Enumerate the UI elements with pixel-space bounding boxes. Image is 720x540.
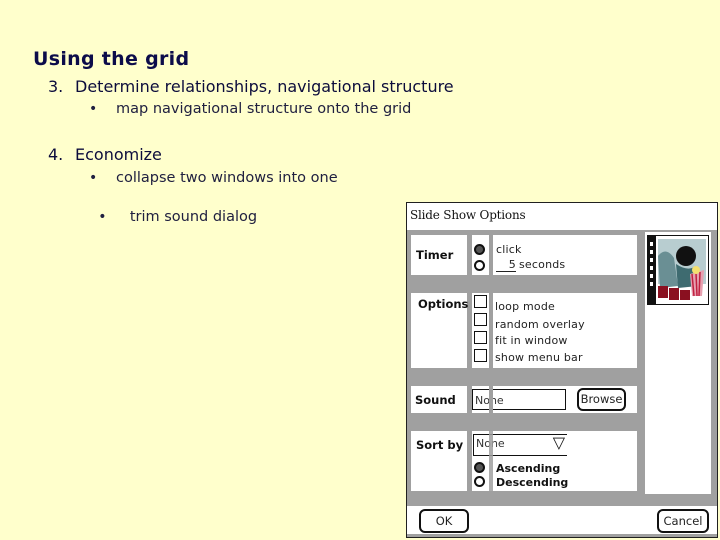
show-menu-bar-label: show menu bar xyxy=(495,351,583,364)
sort-label: Sort by xyxy=(416,438,464,452)
bullet-text: map navigational structure onto the grid xyxy=(116,101,412,117)
browse-button[interactable]: Browse xyxy=(577,388,626,411)
ascending-radio[interactable] xyxy=(474,462,485,473)
sort-label-cell: Sort by xyxy=(411,431,467,491)
bullet-icon: • xyxy=(89,170,98,186)
bullet-text: trim sound dialog xyxy=(125,209,258,225)
seconds-input[interactable]: 5 xyxy=(496,258,516,272)
sound-field-cell: Browse xyxy=(472,386,637,413)
timer-label: Timer xyxy=(416,248,454,262)
bullet-text: collapse two windows into one xyxy=(116,170,338,186)
sub-bullet: • collapse two windows into one xyxy=(89,170,338,186)
ok-button[interactable]: OK xyxy=(419,509,469,533)
item-text: Economize xyxy=(75,145,162,164)
item-number: 3. xyxy=(48,77,64,96)
bullet-icon: • xyxy=(89,101,98,117)
loop-mode-checkbox[interactable] xyxy=(474,295,487,308)
cancel-button[interactable]: Cancel xyxy=(657,509,709,533)
options-checkbox-cell xyxy=(472,293,489,368)
descending-radio[interactable] xyxy=(474,476,485,487)
sound-label-cell: Sound xyxy=(411,386,467,413)
timer-seconds-label: 5 seconds xyxy=(496,258,565,272)
options-label: Options xyxy=(418,297,469,311)
timer-radio-cell xyxy=(472,235,489,275)
sound-input[interactable] xyxy=(472,389,566,410)
dropdown-arrow-icon[interactable]: ▽ xyxy=(553,435,565,452)
grid-divider xyxy=(489,386,493,413)
loop-mode-label: loop mode xyxy=(495,300,555,313)
button-bar: OK Cancel xyxy=(407,506,717,534)
ascending-label: Ascending xyxy=(496,462,561,475)
sub-bullet: • map navigational structure onto the gri… xyxy=(89,101,411,117)
sort-field-cell: None ▽ Ascending Descending xyxy=(472,431,637,491)
sub-bullet: • trim sound dialog xyxy=(89,193,257,225)
seconds-text: seconds xyxy=(519,258,566,271)
timer-click-radio[interactable] xyxy=(474,244,485,255)
random-overlay-checkbox[interactable] xyxy=(474,313,487,326)
bullet-icon: • xyxy=(98,209,107,225)
timer-options-cell: click 5 seconds xyxy=(493,235,637,275)
dialog-titlebar: Slide Show Options xyxy=(407,203,717,230)
list-item-determine: 3. Determine relationships, navigational … xyxy=(48,77,454,96)
preview-column xyxy=(645,232,711,494)
sound-label: Sound xyxy=(415,393,456,407)
timer-seconds-radio[interactable] xyxy=(474,260,485,271)
item-text: Determine relationships, navigational st… xyxy=(75,77,454,96)
timer-click-label: click xyxy=(496,243,522,256)
options-labels-cell: loop mode random overlay fit in window s… xyxy=(493,293,637,368)
dialog-title: Slide Show Options xyxy=(410,208,526,222)
movie-clipart-icon xyxy=(647,235,709,305)
descending-label: Descending xyxy=(496,476,569,489)
sort-dropdown[interactable]: None ▽ xyxy=(473,434,567,456)
random-overlay-label: random overlay xyxy=(495,318,585,331)
item-number: 4. xyxy=(48,145,64,164)
timer-label-cell: Timer xyxy=(411,235,467,275)
fit-in-window-checkbox[interactable] xyxy=(474,331,487,344)
slide-show-options-dialog: Slide Show Options Timer click 5 seconds … xyxy=(406,202,718,538)
options-label-cell: Options xyxy=(411,293,469,368)
grid-divider xyxy=(489,431,493,491)
fit-in-window-label: fit in window xyxy=(495,334,568,347)
slide-title: Using the grid xyxy=(33,48,190,70)
show-menu-bar-checkbox[interactable] xyxy=(474,349,487,362)
list-item-economize: 4. Economize xyxy=(48,145,162,164)
